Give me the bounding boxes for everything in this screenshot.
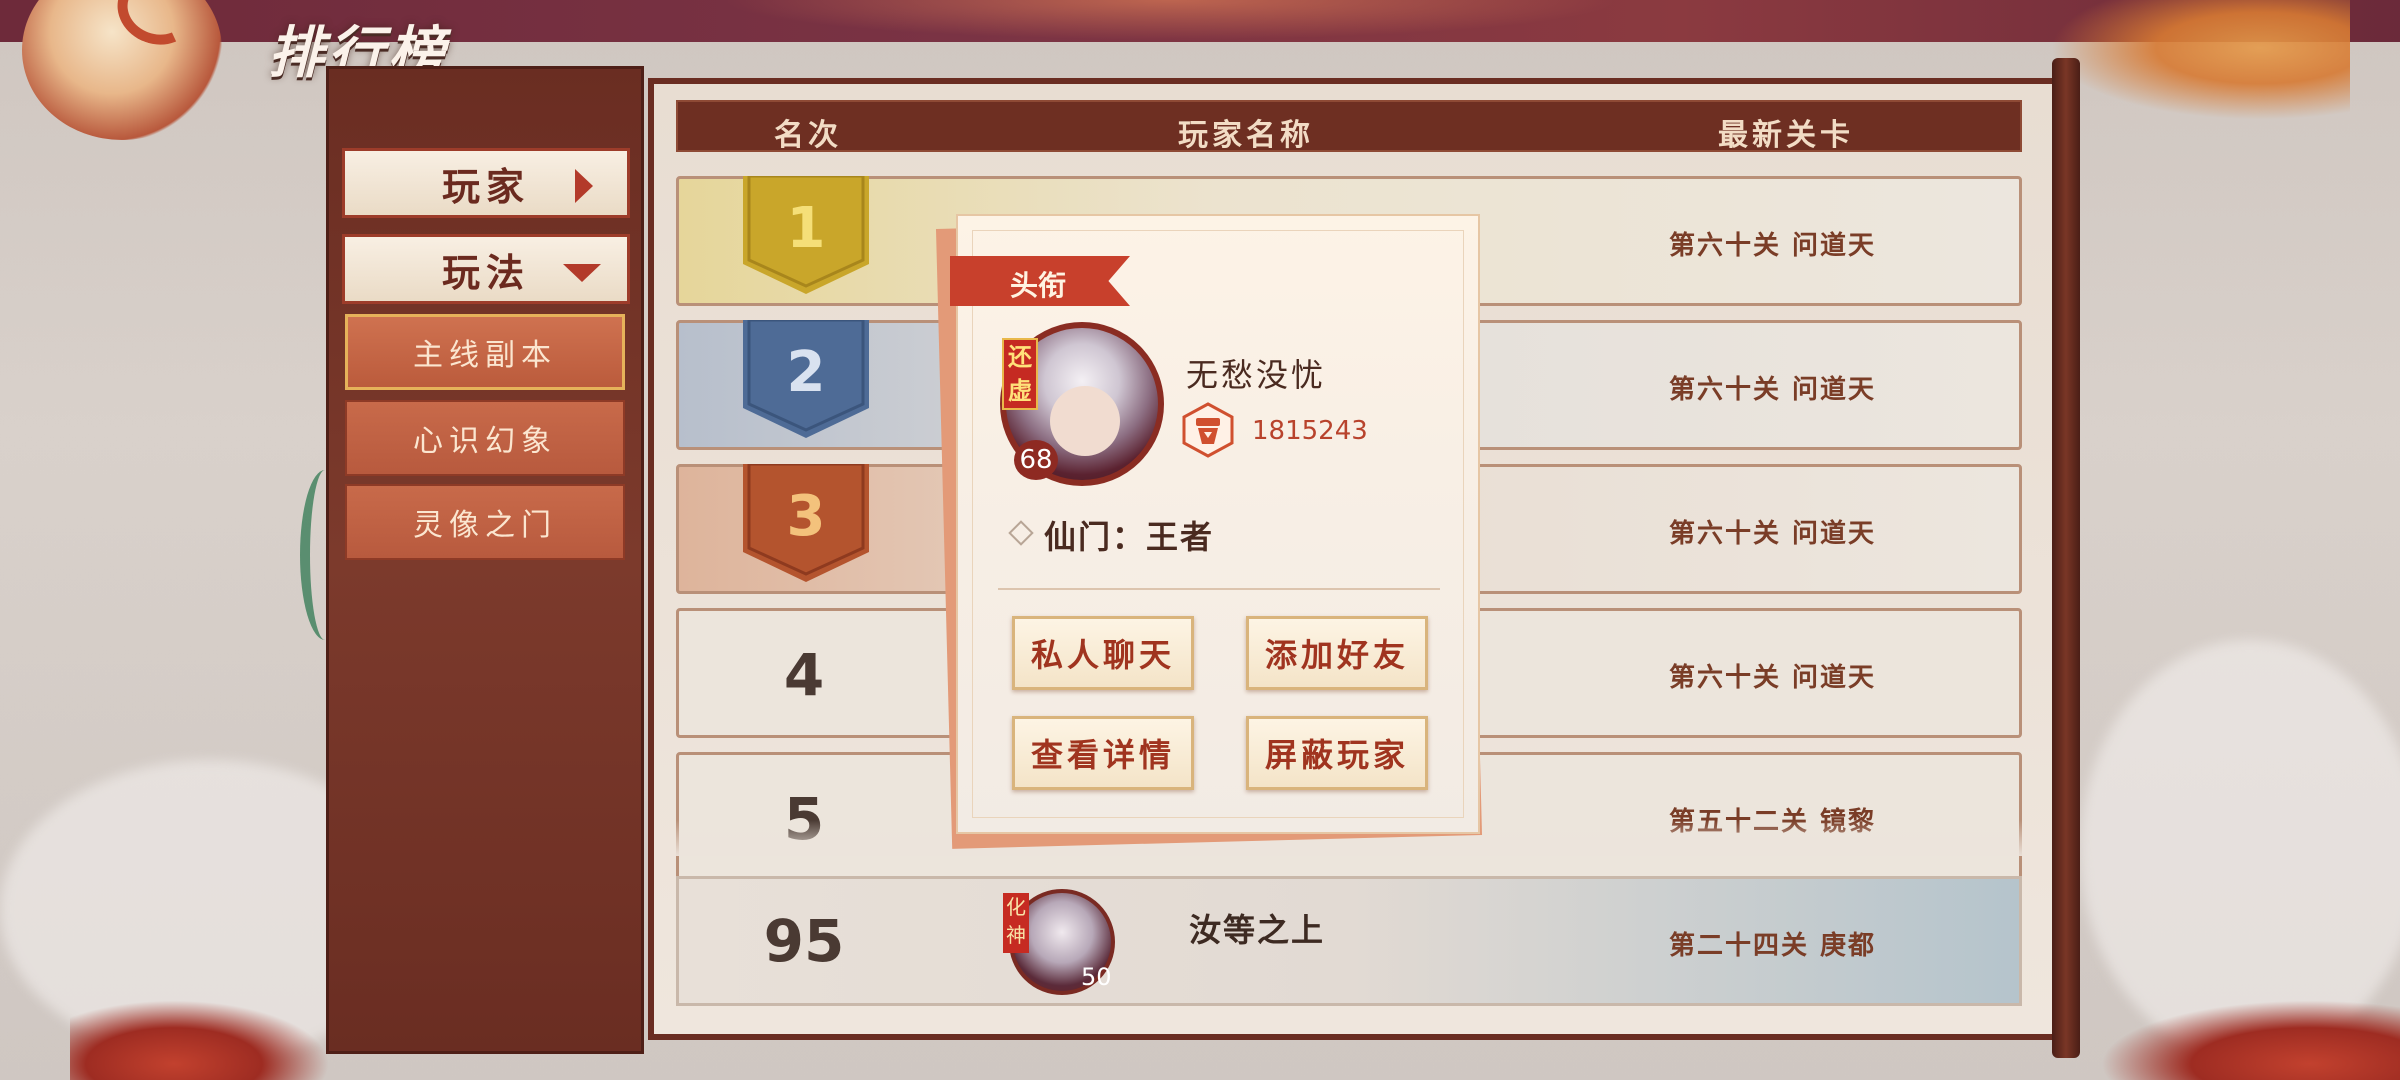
rank-number: 95 bbox=[763, 907, 845, 975]
rank-number: 3 bbox=[786, 484, 826, 549]
rank-number: 1 bbox=[786, 196, 826, 261]
tab-label: 玩家 bbox=[441, 163, 530, 209]
button-label: 私人聊天 bbox=[1030, 636, 1175, 674]
tab-player[interactable]: 玩家 bbox=[342, 148, 630, 218]
subtab-label: 心识幻象 bbox=[413, 424, 557, 459]
player-name: 汝等之上 bbox=[1189, 911, 1326, 949]
wave-decoration bbox=[70, 1000, 330, 1080]
rank-banner: 1 bbox=[743, 174, 869, 294]
rank-number: 4 bbox=[783, 641, 825, 709]
power-value: 1815243 bbox=[1252, 416, 1368, 446]
avatar[interactable]: 还虚 68 bbox=[1000, 322, 1164, 486]
subtab-spirit-gate[interactable]: 灵像之门 bbox=[345, 484, 625, 560]
button-label: 屏蔽玩家 bbox=[1264, 736, 1409, 774]
player-name: 无愁没忧 bbox=[1186, 356, 1327, 394]
private-chat-button[interactable]: 私人聊天 bbox=[1012, 616, 1194, 690]
ribbon-label: 头衔 bbox=[1010, 269, 1067, 302]
subtab-label: 灵像之门 bbox=[413, 508, 557, 543]
top-glow bbox=[720, 0, 1620, 40]
stage-text: 第二十四关 庚都 bbox=[1669, 931, 1877, 961]
subtab-mind-illusion[interactable]: 心识幻象 bbox=[345, 400, 625, 476]
block-player-button[interactable]: 屏蔽玩家 bbox=[1246, 716, 1428, 790]
button-label: 添加好友 bbox=[1264, 636, 1409, 674]
subtab-main-dungeon[interactable]: 主线副本 bbox=[345, 314, 625, 390]
realm-tag: 化神 bbox=[1003, 893, 1029, 953]
wave-decoration bbox=[2100, 1000, 2400, 1080]
rank-banner: 3 bbox=[743, 462, 869, 582]
stage-text: 第六十关 问道天 bbox=[1669, 519, 1877, 549]
rank-number: 2 bbox=[786, 340, 826, 405]
tab-label: 玩法 bbox=[441, 249, 530, 295]
subtab-label: 主线副本 bbox=[413, 338, 557, 373]
column-header-rank: 名次 bbox=[774, 118, 842, 153]
branch-decoration bbox=[2050, 0, 2350, 120]
table-header: 名次 玩家名称 最新关卡 bbox=[676, 100, 2022, 153]
back-swirl-icon bbox=[107, 0, 207, 56]
guild-text: 仙门：王者 bbox=[1044, 518, 1215, 556]
add-friend-button[interactable]: 添加好友 bbox=[1246, 616, 1428, 690]
arrow-right-icon bbox=[575, 169, 593, 203]
my-rank-row[interactable]: 95 化神 50 汝等之上 第二十四关 庚都 bbox=[676, 876, 2022, 1006]
button-label: 查看详情 bbox=[1030, 736, 1175, 774]
cloud-decoration bbox=[2080, 640, 2400, 1060]
divider bbox=[998, 588, 1440, 590]
stage-text: 第六十关 问道天 bbox=[1669, 375, 1877, 405]
stage-text: 第六十关 问道天 bbox=[1669, 231, 1877, 261]
level-badge: 50 bbox=[1081, 963, 1112, 991]
power-fist-icon bbox=[1182, 402, 1234, 458]
avatar-face bbox=[1050, 386, 1120, 456]
scroll-rod[interactable] bbox=[2052, 58, 2080, 1058]
view-details-button[interactable]: 查看详情 bbox=[1012, 716, 1194, 790]
avatar[interactable]: 化神 50 bbox=[1003, 889, 1115, 995]
column-header-name: 玩家名称 bbox=[1178, 118, 1314, 153]
level-badge: 68 bbox=[1014, 440, 1058, 480]
tab-gameplay[interactable]: 玩法 bbox=[342, 234, 630, 304]
title-ribbon: 头衔 bbox=[950, 256, 1130, 306]
arrow-down-icon bbox=[563, 264, 601, 282]
back-button[interactable] bbox=[22, 0, 222, 140]
rank-banner: 2 bbox=[743, 318, 869, 438]
stage-text: 第六十关 问道天 bbox=[1669, 663, 1877, 693]
realm-tag: 还虚 bbox=[1002, 338, 1038, 410]
column-header-stage: 最新关卡 bbox=[1718, 118, 1854, 153]
